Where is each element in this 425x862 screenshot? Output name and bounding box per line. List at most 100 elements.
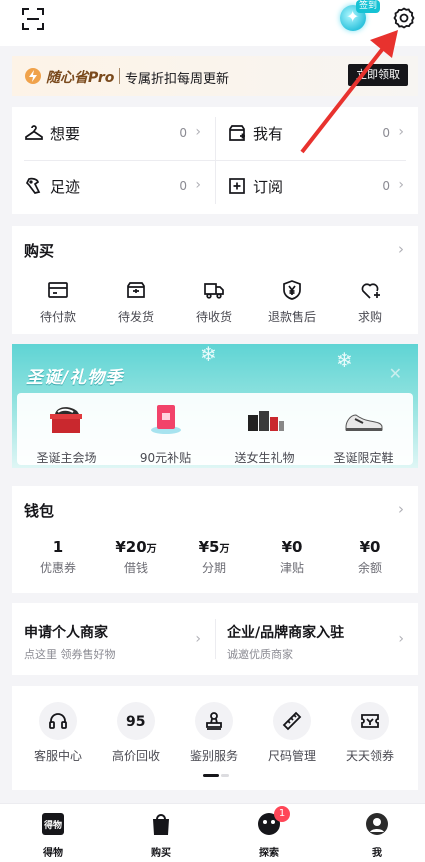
quick-item-own[interactable]: 我有 0 › xyxy=(215,107,418,160)
christmas-item-label: 圣诞限定鞋 xyxy=(333,451,394,465)
shopping-bag-icon xyxy=(153,814,169,835)
wallet-label: 借钱 xyxy=(123,561,148,575)
personal-merchant-apply[interactable]: 申请个人商家 点这里 领券售好物 › xyxy=(12,603,215,675)
service-size-management[interactable]: 尺码管理 xyxy=(254,702,330,764)
merchant-title: 企业/品牌商家入驻 xyxy=(227,625,345,641)
wallet-label: 分期 xyxy=(201,561,226,575)
promo-divider xyxy=(119,68,120,84)
page-indicator xyxy=(203,774,229,777)
nav-label: 购买 xyxy=(151,848,171,859)
settings-gear-icon[interactable] xyxy=(392,6,416,30)
top-bar: ✦ 签到 xyxy=(0,0,425,46)
order-refund-aftersale[interactable]: 退款售后 xyxy=(254,278,330,326)
nav-label: 我 xyxy=(372,848,382,859)
order-pending-payment[interactable]: 待付款 xyxy=(20,278,96,326)
svg-text:得物: 得物 xyxy=(43,819,62,831)
recycle-95-icon: 95 xyxy=(126,714,145,730)
christmas-items-panel: 圣诞主会场 90元补贴 送女生礼物 圣诞限定鞋 xyxy=(17,393,413,465)
quick-access-panel: 想要 0 › 我有 0 › 足迹 0 › 订阅 0 › xyxy=(12,107,418,214)
chevron-right-icon[interactable]: › xyxy=(398,240,404,258)
christmas-campaign-banner[interactable]: ❄ ❄ 圣诞/礼物季 ✕ 圣诞主会场 90元补贴 送女生礼物 圣诞限定鞋 xyxy=(12,344,418,468)
service-authentication[interactable]: 鉴别服务 xyxy=(176,702,252,764)
order-wanted[interactable]: 求购 xyxy=(332,278,408,326)
heart-plus-icon xyxy=(361,283,380,299)
service-recycle[interactable]: 95 高价回收 xyxy=(98,702,174,764)
quick-item-subscribe[interactable]: 订阅 0 › xyxy=(215,160,418,213)
merchant-subtitle: 诚邀优质商家 xyxy=(227,648,293,661)
quick-item-want[interactable]: 想要 0 › xyxy=(12,107,215,160)
wallet-balance[interactable]: ¥0 余额 xyxy=(332,538,408,576)
service-daily-coupon[interactable]: 天天领券 xyxy=(332,702,408,764)
stamp-icon xyxy=(206,712,222,730)
wallet-borrow[interactable]: ¥20万 借钱 xyxy=(98,538,174,576)
orders-panel: 购买 › 待付款 待发货 待收货 退款售后 求购 xyxy=(12,226,418,334)
close-icon[interactable]: ✕ xyxy=(389,364,402,383)
gift-products-icon xyxy=(247,411,284,431)
service-label: 客服中心 xyxy=(33,749,82,763)
notification-badge: 1 xyxy=(274,806,290,822)
promo-text: 专属折扣每周更新 xyxy=(125,72,230,87)
christmas-main-venue[interactable]: 圣诞主会场 xyxy=(17,403,116,466)
quick-item-footprint[interactable]: 足迹 0 › xyxy=(12,160,215,213)
quick-label: 想要 xyxy=(50,125,81,143)
christmas-item-label: 圣诞主会场 xyxy=(36,451,97,465)
order-label: 待付款 xyxy=(39,310,76,324)
quick-label: 我有 xyxy=(253,125,284,143)
sign-in-tag[interactable]: 签到 xyxy=(356,0,381,13)
ruler-icon xyxy=(282,711,302,731)
chevron-right-icon: › xyxy=(398,124,404,140)
brand-merchant-join[interactable]: 企业/品牌商家入驻 诚邀优质商家 › xyxy=(215,603,418,675)
wallet-installment[interactable]: ¥5万 分期 xyxy=(176,538,252,576)
chevron-right-icon: › xyxy=(195,631,201,647)
quick-count: 0 xyxy=(382,126,390,140)
pro-lightning-icon xyxy=(25,68,41,84)
wallet-label: 余额 xyxy=(357,561,382,575)
delivery-truck-icon xyxy=(204,283,224,299)
chevron-right-icon: › xyxy=(398,631,404,647)
nav-tab-home[interactable]: 得物 得物 xyxy=(18,811,88,859)
christmas-limited-shoes[interactable]: 圣诞限定鞋 xyxy=(314,403,413,466)
christmas-subsidy[interactable]: 90元补贴 xyxy=(116,403,215,466)
chevron-right-icon: › xyxy=(398,177,404,193)
scan-icon[interactable] xyxy=(22,8,44,30)
service-label: 尺码管理 xyxy=(267,749,316,763)
order-label: 待收货 xyxy=(195,310,232,324)
order-label: 求购 xyxy=(357,310,382,324)
chevron-right-icon[interactable]: › xyxy=(398,500,404,518)
sneaker-gift-icon xyxy=(49,407,82,433)
wallet-coupons[interactable]: 1 优惠券 xyxy=(20,538,96,576)
promo-brand: 随心省Pro xyxy=(46,70,115,86)
orders-title[interactable]: 购买 xyxy=(24,240,54,261)
chevron-right-icon: › xyxy=(195,124,201,140)
snowflake-icon: ❄ xyxy=(200,344,217,366)
wallet-panel: 钱包 › 1 优惠券 ¥20万 借钱 ¥5万 分期 ¥0 津贴 ¥0 余额 xyxy=(12,486,418,593)
nav-tab-me[interactable]: 我 xyxy=(342,811,412,859)
service-label: 高价回收 xyxy=(111,749,160,763)
svg-text:95: 95 xyxy=(126,714,145,730)
nav-tab-buy[interactable]: 购买 xyxy=(126,811,196,859)
wallet-title[interactable]: 钱包 xyxy=(24,500,54,521)
quick-count: 0 xyxy=(382,179,390,193)
quick-label: 足迹 xyxy=(50,178,81,196)
nav-tab-explore[interactable]: 1 探索 xyxy=(234,806,304,859)
christmas-item-label: 90元补贴 xyxy=(139,451,192,465)
wallet-value: 1 xyxy=(52,538,64,556)
footprint-icon xyxy=(25,177,41,194)
wallet-allowance[interactable]: ¥0 津贴 xyxy=(254,538,330,576)
order-pending-shipment[interactable]: 待发货 xyxy=(98,278,174,326)
claim-now-button[interactable]: 立即领取 xyxy=(348,64,408,86)
order-pending-receipt[interactable]: 待收货 xyxy=(176,278,252,326)
pro-membership-banner[interactable]: 随心省Pro 专属折扣每周更新 立即领取 xyxy=(12,56,418,96)
nav-label: 得物 xyxy=(43,848,63,859)
yen-shield-icon xyxy=(283,280,301,300)
quick-label: 订阅 xyxy=(253,178,284,196)
service-label: 鉴别服务 xyxy=(189,749,238,763)
ticket-icon xyxy=(361,714,379,728)
quick-count: 0 xyxy=(179,179,187,193)
merchant-title: 申请个人商家 xyxy=(24,625,108,641)
order-label: 退款售后 xyxy=(267,310,316,324)
christmas-gifts-for-her[interactable]: 送女生礼物 xyxy=(215,403,314,466)
service-customer-center[interactable]: 客服中心 xyxy=(20,702,96,764)
wallet-label: 优惠券 xyxy=(39,561,76,575)
order-label: 待发货 xyxy=(117,310,154,324)
